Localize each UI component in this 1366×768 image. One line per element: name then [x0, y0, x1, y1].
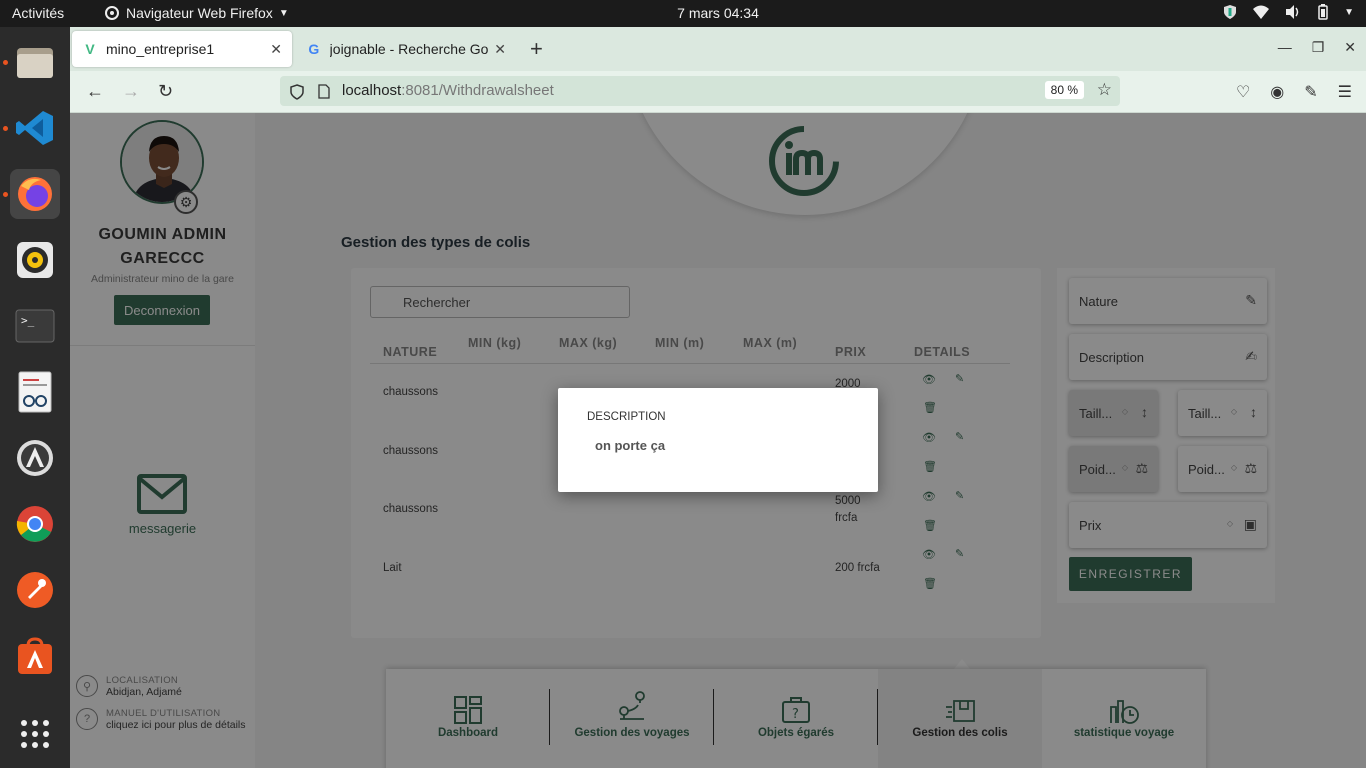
url-path: :8081/Withdrawalsheet	[401, 82, 554, 99]
tab-mino-entreprise[interactable]: V mino_entreprise1 ✕	[72, 31, 292, 67]
extension-icon[interactable]: ✎	[1304, 82, 1317, 102]
google-icon: G	[308, 41, 320, 57]
pocket-icon[interactable]: ♡	[1236, 82, 1250, 102]
bookmark-star-icon[interactable]: ☆	[1097, 80, 1112, 100]
dialog-title: DESCRIPTION	[587, 411, 666, 423]
maximize-icon[interactable]: ❐	[1312, 39, 1325, 56]
tab-label: mino_entreprise1	[106, 41, 215, 57]
forward-icon[interactable]: →	[122, 81, 140, 102]
menu-icon[interactable]: ☰	[1338, 82, 1352, 102]
tab-google-search[interactable]: G joignable - Recherche Go ✕	[296, 31, 516, 67]
running-indicator	[3, 126, 8, 131]
window-controls: — ❐ ✕	[1278, 39, 1356, 56]
vscode-icon[interactable]	[10, 103, 60, 153]
page-icon	[318, 84, 330, 99]
dialog-description-text: on porte ça	[595, 438, 666, 453]
tab-label: joignable - Recherche Go	[329, 41, 489, 57]
close-window-icon[interactable]: ✕	[1344, 39, 1356, 56]
toolbar-right: ♡ ◉ ✎ ☰	[1236, 82, 1352, 102]
terminal-icon[interactable]: >_	[10, 301, 60, 351]
page-content: ⚙ GOUMIN ADMIN GARECCC Administrateur mi…	[70, 113, 1366, 768]
running-indicator	[3, 192, 8, 197]
url-host: localhost	[342, 82, 402, 99]
wifi-icon	[1253, 5, 1270, 19]
tab-bar: V mino_entreprise1 ✕ G joignable - Reche…	[70, 27, 1366, 71]
software-updater-icon[interactable]	[10, 433, 60, 483]
dock: >_	[0, 27, 70, 768]
vue-icon: V	[85, 41, 95, 57]
minimize-icon[interactable]: —	[1278, 39, 1292, 56]
svg-text:>_: >_	[21, 314, 35, 327]
reload-icon[interactable]: ↻	[158, 81, 173, 102]
files-icon[interactable]	[10, 37, 60, 87]
account-icon[interactable]: ◉	[1270, 82, 1284, 102]
url-text: localhost:8081/Withdrawalsheet	[342, 82, 554, 99]
description-dialog: DESCRIPTION on porte ça	[558, 388, 878, 492]
document-viewer-icon[interactable]	[10, 367, 60, 417]
shield-update-icon	[1224, 5, 1237, 19]
postman-icon[interactable]	[10, 565, 60, 615]
navigation-bar: ← → ↻ localhost:8081/Withdrawalsheet 80 …	[70, 71, 1366, 113]
system-top-bar: Activités Navigateur Web Firefox ▼ 7 mar…	[0, 0, 1366, 27]
close-tab-icon[interactable]: ✕	[494, 41, 506, 58]
battery-icon	[1318, 4, 1328, 20]
app-store-icon[interactable]	[10, 631, 60, 681]
volume-icon	[1286, 5, 1299, 19]
url-bar[interactable]: localhost:8081/Withdrawalsheet 80 % ☆	[280, 76, 1120, 106]
running-indicator	[3, 60, 8, 65]
zoom-level[interactable]: 80 %	[1044, 81, 1084, 99]
firefox-window: V mino_entreprise1 ✕ G joignable - Reche…	[70, 27, 1366, 768]
show-apps-icon[interactable]	[10, 709, 60, 759]
chrome-icon[interactable]	[10, 499, 60, 549]
shield-icon[interactable]	[290, 84, 304, 100]
firefox-icon[interactable]	[10, 169, 60, 219]
clock[interactable]: 7 mars 04:34	[0, 5, 1366, 21]
chevron-down-icon: ▼	[1344, 6, 1354, 18]
system-tray[interactable]: ▼	[1222, 4, 1354, 20]
rhythmbox-icon[interactable]	[10, 235, 60, 285]
new-tab-icon[interactable]: +	[530, 36, 543, 62]
close-tab-icon[interactable]: ✕	[270, 41, 282, 58]
back-icon[interactable]: ←	[86, 81, 104, 102]
